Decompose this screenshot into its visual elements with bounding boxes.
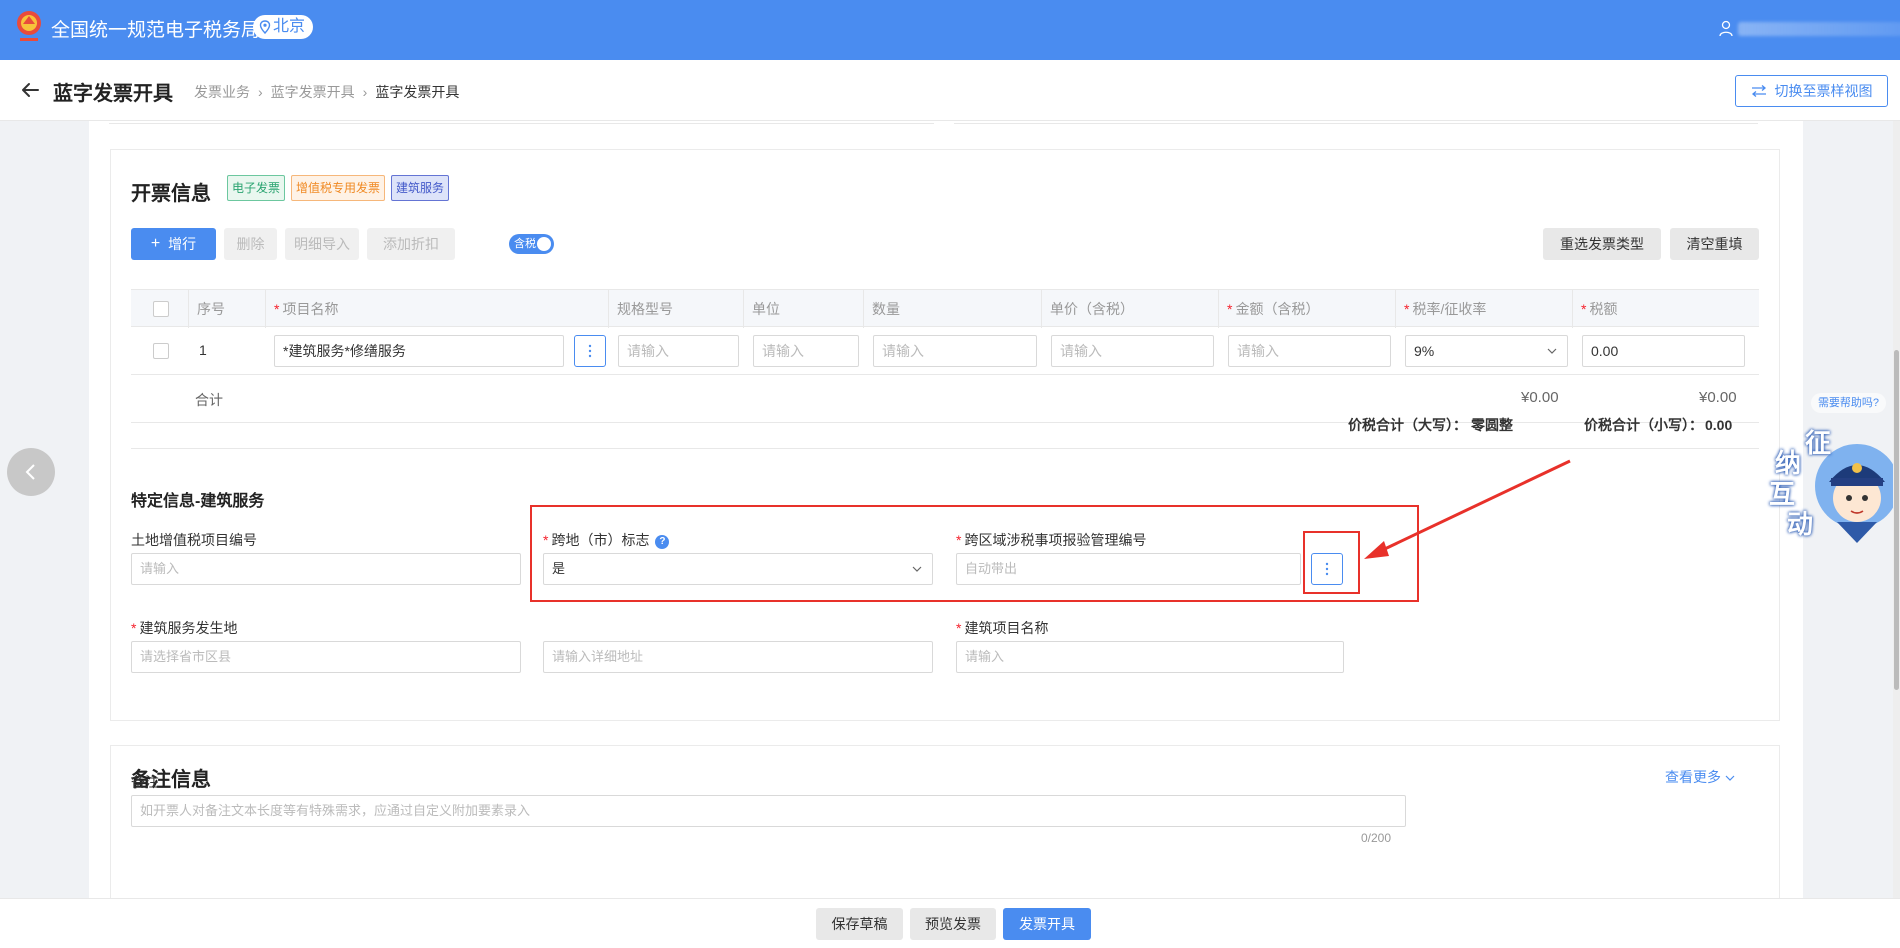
tax-rate-select[interactable]: 9% [1405, 335, 1568, 367]
row-checkbox[interactable] [153, 343, 169, 359]
chevron-left-icon [25, 464, 35, 480]
table-row: 1 *建筑服务*修缮服务 请输入 请输入 请输入 请输入 请输入 9% 0.00 [131, 327, 1759, 375]
tag-vat-special: 增值税专用发票 [291, 175, 386, 201]
amount-input[interactable]: 请输入 [1228, 335, 1391, 367]
special-info-title: 特定信息-建筑服务 [131, 493, 265, 510]
summary-amount: ¥0.00 [1521, 389, 1559, 406]
switch-view-button[interactable]: 切换至票样视图 [1735, 75, 1888, 107]
detail-address-input[interactable]: 请输入详细地址 [543, 641, 933, 673]
breadcrumb-current: 蓝字发票开具 [375, 84, 460, 100]
spec-input[interactable]: 请输入 [618, 335, 739, 367]
add-discount-button[interactable]: 添加折扣 [367, 228, 455, 260]
region-label: 北京 [273, 18, 306, 35]
remarks-textarea[interactable]: 如开票人对备注文本长度等有特殊需求，应通过自定义附加要素录入 [131, 795, 1406, 827]
divider [131, 448, 1759, 449]
service-location-label: * 建筑服务发生地 [131, 620, 238, 636]
issue-invoice-button[interactable]: 发票开具 [1003, 908, 1091, 940]
carousel-prev-button[interactable] [7, 448, 55, 496]
add-row-button[interactable]: + 增行 [131, 228, 216, 260]
annotation-arrow-icon [1364, 459, 1571, 559]
project-name-label: * 建筑项目名称 [956, 620, 1049, 636]
chevron-down-icon [1725, 775, 1735, 781]
page-title: 蓝字发票开具 [53, 83, 173, 105]
location-pin-icon [259, 20, 271, 34]
select-all-checkbox[interactable] [153, 301, 169, 317]
land-vat-input[interactable]: 请输入 [131, 553, 521, 585]
item-select-button[interactable] [574, 335, 606, 367]
user-icon[interactable] [1718, 20, 1734, 38]
more-vertical-icon [588, 344, 592, 358]
add-row-label: 增行 [168, 236, 197, 252]
land-vat-label: 土地增值税项目编号 [131, 532, 257, 548]
back-arrow-icon[interactable] [20, 80, 40, 100]
tax-rate-value: 9% [1414, 343, 1435, 359]
col-tax-rate: * 税率/征收率 [1395, 290, 1572, 328]
switch-view-label: 切换至票样视图 [1774, 83, 1873, 99]
tax-amount-input[interactable]: 0.00 [1582, 335, 1745, 367]
summary-label: 合计 [195, 392, 223, 408]
detail-import-button[interactable]: 明细导入 [285, 228, 359, 260]
scrollbar-thumb[interactable] [1894, 350, 1899, 690]
region-selector[interactable]: 北京 [253, 15, 314, 39]
col-unit: 单位 [743, 290, 863, 328]
item-name-input[interactable]: *建筑服务*修缮服务 [274, 335, 564, 367]
user-name-blurred[interactable] [1738, 22, 1900, 36]
tag-construction: 建筑服务 [391, 175, 450, 201]
breadcrumb: 发票业务 › 蓝字发票开具 › 蓝字发票开具 [194, 82, 459, 102]
total-lower: 价税合计（小写）： 0.00 [1584, 417, 1733, 433]
divider [954, 121, 1758, 124]
col-quantity: 数量 [863, 290, 1041, 328]
project-name-input[interactable]: 请输入 [956, 641, 1344, 673]
breadcrumb-item[interactable]: 蓝字发票开具 [271, 82, 355, 102]
col-spec: 规格型号 [608, 290, 743, 328]
top-bar: 全国统一规范电子税务局 北京 [0, 0, 1900, 60]
view-more-link[interactable]: 查看更多 [1665, 767, 1735, 787]
need-help-link[interactable]: 需要帮助吗? [1811, 393, 1886, 413]
row-index: 1 [199, 342, 207, 358]
remarks-counter: 0/200 [1361, 831, 1392, 845]
swap-arrows-icon [1751, 85, 1766, 97]
delete-button[interactable]: 删除 [224, 228, 277, 260]
unit-price-input[interactable]: 请输入 [1051, 335, 1214, 367]
chevron-down-icon [1547, 348, 1557, 354]
col-amount: * 金额（含税） [1218, 290, 1395, 328]
total-upper: 价税合计（大写）： 零圆整 [1348, 417, 1513, 433]
save-draft-button[interactable]: 保存草稿 [816, 908, 903, 940]
clear-refill-button[interactable]: 清空重填 [1670, 228, 1759, 260]
remarks-card: 备注信息 查看更多 备注 如开票人对备注文本长度等有特殊需求，应通过自定义附加要… [110, 745, 1780, 898]
reselect-type-button[interactable]: 重选发票类型 [1543, 228, 1661, 260]
tax-bureau-logo [17, 11, 41, 41]
remarks-label: 备注 [131, 774, 159, 790]
col-tax-amount: * 税额 [1572, 290, 1759, 328]
mascot-char: 征 [1805, 428, 1832, 458]
mascot-char: 动 [1787, 509, 1814, 539]
col-unit-price: 单价（含税） [1041, 290, 1218, 328]
quantity-input[interactable]: 请输入 [873, 335, 1037, 367]
location-picker[interactable]: 请选择省市区县 [131, 641, 521, 673]
plus-icon: + [150, 235, 161, 252]
breadcrumb-item[interactable]: 发票业务 [194, 82, 250, 102]
tax-interaction-assistant[interactable]: 征 纳 互 动 [1765, 418, 1900, 543]
toggle-knob [537, 237, 551, 251]
col-item-name: * 项目名称 [265, 290, 608, 328]
table-summary-row: 合计 ¥0.00 ¥0.00 [131, 375, 1759, 423]
invoice-info-title: 开票信息 [131, 183, 211, 205]
chevron-right-icon: › [362, 84, 368, 100]
summary-tax: ¥0.00 [1699, 389, 1737, 406]
divider [109, 121, 934, 124]
table-header: 序号 * 项目名称 规格型号 单位 数量 单价（含税） * 金额（含税） * 税率/征… [131, 289, 1759, 328]
annotation-button-box [1303, 531, 1360, 594]
col-index: 序号 [188, 290, 250, 328]
tag-e-invoice: 电子发票 [227, 175, 286, 201]
tax-included-toggle[interactable]: 含税 [509, 234, 554, 254]
invoice-info-card: 开票信息 电子发票 增值税专用发票 建筑服务 + 增行 删除 明细导入 添加折扣… [110, 149, 1780, 721]
footer-bar: 保存草稿 预览发票 发票开具 [0, 898, 1900, 948]
site-title: 全国统一规范电子税务局 [51, 20, 261, 41]
unit-input[interactable]: 请输入 [753, 335, 859, 367]
page-header: 蓝字发票开具 发票业务 › 蓝字发票开具 › 蓝字发票开具 切换至票样视图 [0, 60, 1900, 121]
chevron-right-icon: › [258, 84, 263, 100]
toggle-label: 含税 [514, 238, 536, 250]
annotation-highlight-box [530, 505, 1419, 602]
preview-button[interactable]: 预览发票 [910, 908, 996, 940]
